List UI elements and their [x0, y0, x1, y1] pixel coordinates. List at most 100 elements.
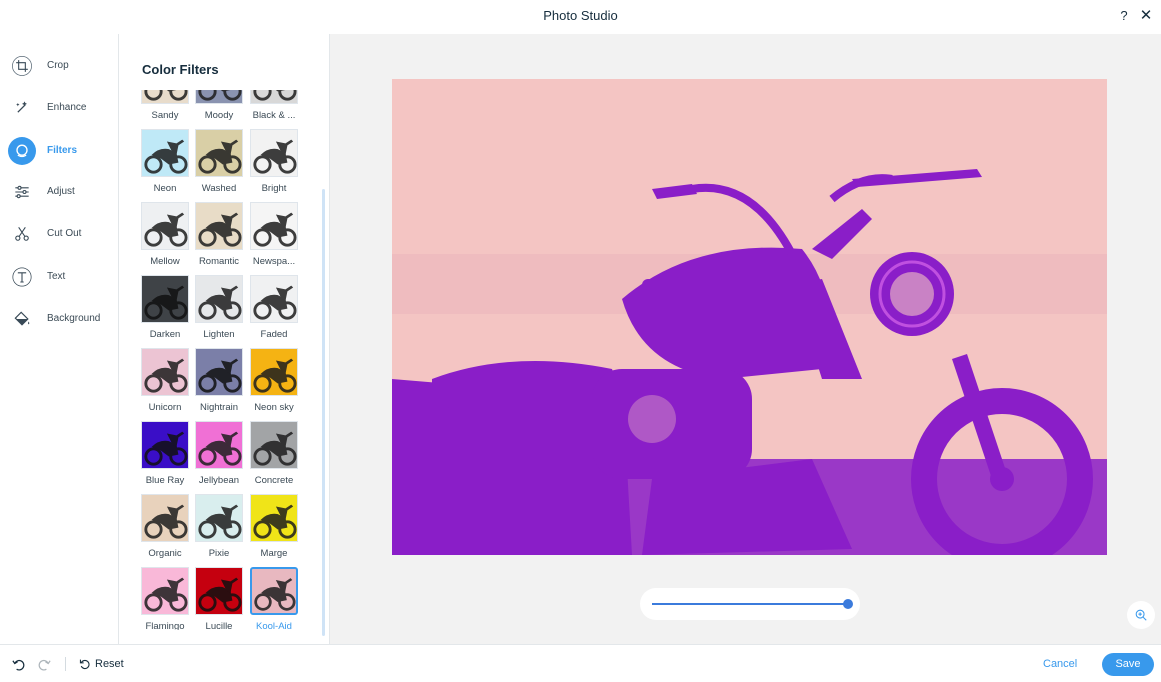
filter-name: Black & ... — [252, 110, 296, 121]
color-filters-panel: Color Filters Sandy Moody Black & ... Neon W… — [119, 34, 330, 644]
tool-background[interactable]: Background — [0, 300, 118, 340]
filter-thumbnail — [250, 494, 298, 542]
help-button[interactable]: ? — [1116, 7, 1132, 25]
filter-option[interactable]: Flamingo — [141, 567, 191, 630]
undo-icon — [12, 659, 25, 670]
tools-sidebar: Crop Enhance Filters Adjust Cut Out Text — [0, 34, 119, 644]
filter-name: Kool-Aid — [256, 621, 292, 630]
slider-handle[interactable] — [843, 599, 853, 609]
filter-thumbnail — [141, 494, 189, 542]
filter-option[interactable]: Faded — [250, 275, 300, 347]
filter-option[interactable]: Neon sky — [250, 348, 300, 420]
filter-thumbnail — [195, 567, 243, 615]
filter-option[interactable]: Marge — [250, 494, 300, 566]
filter-thumbnail — [195, 348, 243, 396]
panel-scrollbar[interactable] — [322, 189, 325, 636]
redo-icon — [38, 659, 51, 670]
filter-option[interactable]: Newspa... — [250, 202, 300, 274]
filter-option[interactable]: Lighten — [195, 275, 245, 347]
reset-button[interactable]: Reset — [78, 655, 124, 673]
save-button[interactable]: Save — [1102, 653, 1154, 676]
filter-option[interactable]: Moody — [195, 90, 245, 128]
filter-thumbnail — [141, 275, 189, 323]
filter-option[interactable]: Washed — [195, 129, 245, 201]
filter-name: Sandy — [151, 110, 179, 121]
filter-option[interactable]: Lucille — [195, 567, 245, 630]
filter-option[interactable]: Kool-Aid — [250, 567, 300, 630]
filter-thumbnail — [141, 348, 189, 396]
filter-option[interactable]: Organic — [141, 494, 191, 566]
sliders-icon — [8, 178, 36, 206]
filter-option[interactable]: Concrete — [250, 421, 300, 493]
filter-option[interactable]: Mellow — [141, 202, 191, 274]
photo-preview — [392, 79, 1107, 555]
filter-option[interactable]: Black & ... — [250, 90, 300, 128]
tool-crop[interactable]: Crop — [0, 47, 118, 87]
magic-wand-icon — [8, 94, 36, 122]
filter-name: Organic — [148, 548, 182, 559]
canvas-area — [330, 34, 1161, 644]
filter-name: Jellybean — [198, 475, 240, 486]
filter-name: Unicorn — [148, 402, 182, 413]
redo-button[interactable] — [37, 655, 52, 673]
filter-name: Neon — [153, 183, 177, 194]
filter-name: Neon sky — [254, 402, 294, 413]
filter-thumbnail — [195, 202, 243, 250]
filter-thumbnail — [250, 275, 298, 323]
tool-adjust[interactable]: Adjust — [0, 173, 118, 213]
close-button[interactable]: ✕ — [1138, 7, 1154, 25]
tool-enhance[interactable]: Enhance — [0, 89, 118, 129]
filter-thumbnail — [250, 202, 298, 250]
filter-thumbnail — [141, 202, 189, 250]
filter-thumbnail — [195, 421, 243, 469]
filter-option[interactable]: Unicorn — [141, 348, 191, 420]
filter-option[interactable]: Jellybean — [195, 421, 245, 493]
cancel-button[interactable]: Cancel — [1043, 658, 1077, 670]
panel-title: Color Filters — [142, 62, 219, 77]
tool-label: Enhance — [47, 102, 87, 113]
reset-icon — [79, 659, 90, 669]
filter-name: Blue Ray — [145, 475, 185, 486]
filter-thumbnail — [195, 90, 243, 104]
filter-thumbnail — [141, 421, 189, 469]
tool-label: Text — [47, 271, 66, 282]
filter-name: Darken — [149, 329, 181, 340]
filter-option[interactable]: Nightrain — [195, 348, 245, 420]
filter-thumbnail — [195, 494, 243, 542]
filter-option[interactable]: Romantic — [195, 202, 245, 274]
filter-name: Lighten — [203, 329, 235, 340]
motorcycle-image — [392, 79, 1107, 555]
title-bar: Photo Studio ? ✕ — [0, 0, 1161, 34]
filter-name: Newspa... — [252, 256, 296, 267]
filter-intensity-slider[interactable] — [640, 588, 860, 620]
tool-label: Background — [47, 313, 101, 324]
paint-bucket-icon — [8, 305, 36, 333]
zoom-button[interactable] — [1127, 601, 1155, 629]
filter-name: Lucille — [205, 621, 233, 630]
filter-option[interactable]: Blue Ray — [141, 421, 191, 493]
filter-option[interactable]: Neon — [141, 129, 191, 201]
divider — [65, 657, 66, 671]
filter-option[interactable]: Pixie — [195, 494, 245, 566]
filter-name: Washed — [201, 183, 237, 194]
filter-name: Bright — [261, 183, 287, 194]
filter-option[interactable]: Sandy — [141, 90, 191, 128]
tool-label: Crop — [47, 60, 69, 71]
filter-thumbnail — [141, 90, 189, 104]
filter-option[interactable]: Darken — [141, 275, 191, 347]
tool-filters[interactable]: Filters — [0, 132, 118, 172]
filter-name: Moody — [204, 110, 234, 121]
filter-thumbnail — [250, 421, 298, 469]
filter-thumbnail — [250, 129, 298, 177]
undo-button[interactable] — [11, 655, 26, 673]
filter-thumbnail — [250, 567, 298, 615]
tool-label: Filters — [47, 145, 78, 156]
filter-grid: Sandy Moody Black & ... Neon Washed Bright Mel… — [141, 90, 311, 630]
slider-track — [652, 603, 848, 605]
tool-cutout[interactable]: Cut Out — [0, 215, 118, 255]
tool-text[interactable]: Text — [0, 258, 118, 298]
filter-option[interactable]: Bright — [250, 129, 300, 201]
filter-thumbnail — [195, 275, 243, 323]
filter-name: Concrete — [254, 475, 294, 486]
tool-label: Cut Out — [47, 228, 82, 239]
